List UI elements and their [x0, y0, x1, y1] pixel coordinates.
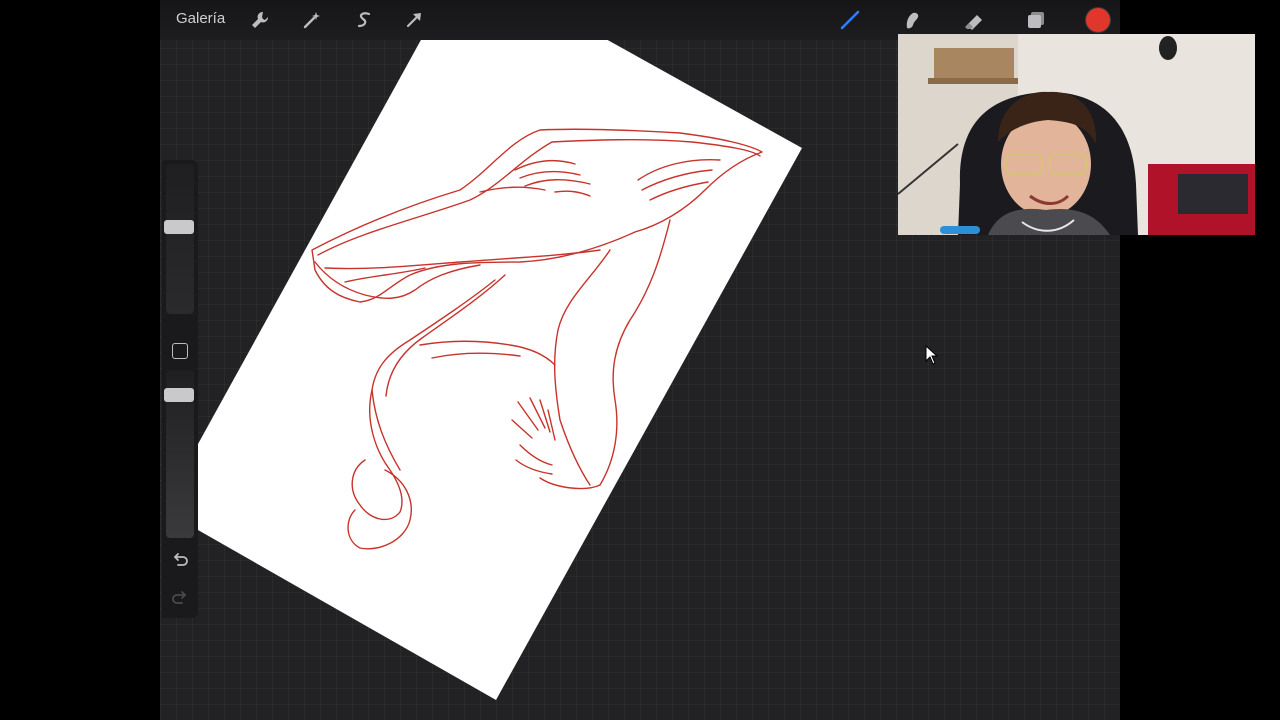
brush-size-slider[interactable] [166, 164, 194, 314]
brush-sidebar [162, 160, 198, 618]
undo-icon[interactable] [170, 550, 190, 570]
magic-wand-icon[interactable] [298, 6, 326, 34]
selection-icon[interactable] [350, 6, 378, 34]
transform-arrow-icon[interactable] [400, 6, 428, 34]
mouse-cursor-icon [925, 345, 939, 365]
brush-size-thumb[interactable] [164, 220, 194, 234]
wrench-icon[interactable] [246, 6, 274, 34]
gallery-button[interactable]: Galería [176, 10, 225, 27]
smudge-icon[interactable] [898, 6, 926, 34]
opacity-thumb[interactable] [164, 388, 194, 402]
layers-icon[interactable] [1022, 6, 1050, 34]
webcam-overlay [898, 34, 1255, 235]
eraser-icon[interactable] [960, 6, 988, 34]
redo-icon[interactable] [170, 588, 190, 608]
color-picker-button[interactable] [1086, 8, 1110, 32]
modify-square-icon[interactable] [172, 343, 188, 359]
brush-icon[interactable] [836, 6, 864, 34]
